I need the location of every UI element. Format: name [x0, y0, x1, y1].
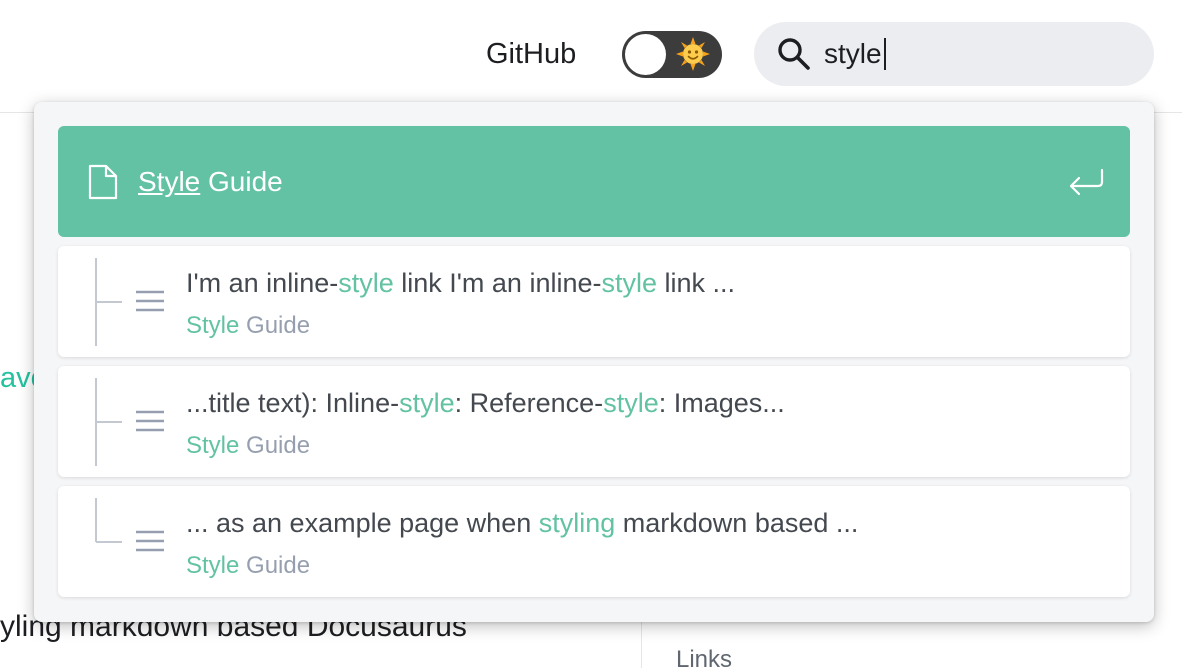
toggle-knob [625, 34, 666, 75]
path-text: Guide [239, 312, 311, 339]
search-hit-content: ... as an example page when styling mark… [186, 508, 858, 539]
search-hit-result[interactable]: ...title text): Inline-style: Reference-… [58, 366, 1130, 477]
search-hit-content: I'm an inline-style link I'm an inline-s… [186, 268, 735, 299]
search-hit-result[interactable]: I'm an inline-style link I'm an inline-s… [58, 246, 1130, 357]
content-text: ... as an example page when [186, 508, 539, 538]
content-text: : Reference- [454, 388, 604, 418]
content-text: link ... [657, 268, 736, 298]
document-icon [86, 163, 120, 201]
content-match: style [399, 388, 455, 418]
path-match: Style [186, 432, 240, 459]
content-match: style [603, 388, 659, 418]
search-box[interactable] [754, 22, 1154, 86]
path-match: Style [186, 312, 240, 339]
content-text: ...title text): Inline- [186, 388, 400, 418]
search-hit-title-rest: Guide [200, 166, 283, 197]
search-hit-top[interactable]: Style Guide [58, 126, 1130, 237]
search-hit-content: ...title text): Inline-style: Reference-… [186, 388, 785, 419]
github-link[interactable]: GitHub [486, 36, 576, 72]
search-hit-title: Style Guide [138, 166, 283, 198]
content-text: I'm an inline- [186, 268, 339, 298]
search-hit-path: Style Guide [186, 312, 310, 340]
path-text: Guide [239, 552, 311, 579]
content-match: styling [538, 508, 616, 538]
enter-icon [1066, 166, 1106, 198]
toc-link[interactable]: Links [676, 646, 732, 668]
tree-branch-icon [92, 258, 132, 346]
theme-toggle[interactable] [622, 31, 722, 78]
sun-icon [676, 37, 710, 71]
section-lines-icon [134, 528, 166, 554]
search-icon [776, 36, 812, 72]
search-hit-title-match: Style [138, 166, 201, 197]
search-hit-result[interactable]: ... as an example page when styling mark… [58, 486, 1130, 597]
content-text: : Images... [658, 388, 785, 418]
tree-branch-icon [92, 378, 132, 466]
section-lines-icon [134, 408, 166, 434]
content-text: link I'm an inline- [393, 268, 602, 298]
search-input[interactable] [824, 34, 1124, 74]
navbar: GitHub [0, 0, 1182, 113]
content-match: style [338, 268, 394, 298]
search-hit-path: Style Guide [186, 432, 310, 460]
content-match: style [601, 268, 658, 298]
tree-end-icon [92, 498, 132, 586]
content-text: markdown based ... [615, 508, 859, 538]
search-hit-path: Style Guide [186, 552, 310, 580]
section-lines-icon [134, 288, 166, 314]
search-dropdown: Style Guide I'm an inline-style link I'm… [34, 102, 1154, 622]
path-text: Guide [239, 432, 311, 459]
path-match: Style [186, 552, 240, 579]
text-caret [884, 38, 886, 70]
